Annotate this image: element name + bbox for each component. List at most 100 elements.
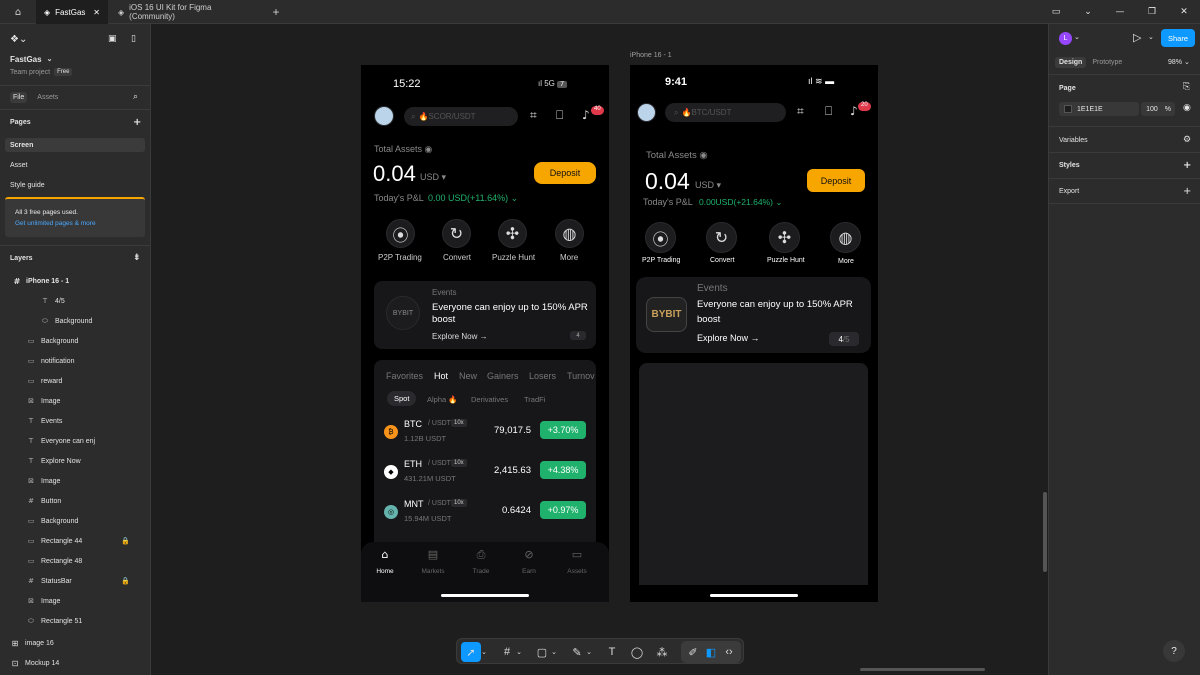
frame-label[interactable]: iPhone 16 - 1 bbox=[630, 52, 672, 59]
zoom-level[interactable]: 98% ⌄ bbox=[1168, 58, 1190, 66]
avatar[interactable]: L bbox=[1059, 32, 1072, 45]
layer-mockup-14[interactable]: ⊡ Mockup 14 bbox=[0, 656, 150, 670]
convert-icon[interactable]: ↻ bbox=[706, 222, 737, 253]
minimize-icon[interactable]: — bbox=[1104, 7, 1136, 17]
market-tab-turnover[interactable]: Turnov bbox=[567, 371, 595, 381]
table-row[interactable]: ◆ ETH / USDT 10x 431.21M USDT 2,415.63 +4.38% bbox=[374, 456, 596, 490]
tab-ios-kit[interactable]: ◈ iOS 16 UI Kit for Figma (Community) bbox=[110, 0, 265, 24]
sub-tab-alpha[interactable]: Alpha 🔥 bbox=[427, 395, 458, 404]
tab-design[interactable]: Design bbox=[1055, 56, 1087, 68]
layer-item[interactable]: ▭ notification bbox=[0, 354, 150, 368]
variables-section[interactable]: Variables ⚙ bbox=[1049, 134, 1200, 146]
close-window-icon[interactable]: ✕ bbox=[1168, 7, 1200, 17]
explore-now-link[interactable]: Explore Now → bbox=[432, 332, 488, 341]
sub-tab-tradfi[interactable]: TradFi bbox=[524, 395, 545, 404]
eye-icon[interactable]: ◉ bbox=[699, 150, 707, 161]
deposit-button[interactable]: Deposit bbox=[534, 162, 596, 184]
change-badge[interactable]: +3.70% bbox=[540, 421, 586, 439]
events-card[interactable]: BYBIT Events Everyone can enjoy up to 15… bbox=[636, 277, 871, 353]
move-tool-icon[interactable]: ➚ bbox=[461, 642, 481, 662]
bell-icon[interactable]: ♪ bbox=[850, 104, 858, 118]
nav-item-home[interactable]: ⌂ Home bbox=[371, 548, 399, 578]
more-icon[interactable]: ◍ bbox=[830, 222, 861, 253]
avatar[interactable] bbox=[637, 103, 656, 122]
change-badge[interactable]: +4.38% bbox=[540, 461, 586, 479]
help-icon[interactable]: ? bbox=[1163, 640, 1185, 662]
table-row[interactable]: ◎ MNT / USDT 10x 15.94M USDT 0.6424 +0.97% bbox=[374, 496, 596, 530]
page-color-value[interactable]: 1E1E1E bbox=[1077, 106, 1103, 113]
layer-item[interactable]: ⊠ Image bbox=[0, 474, 150, 488]
sub-tab-derivatives[interactable]: Derivatives bbox=[471, 395, 508, 404]
vertical-scrollbar[interactable] bbox=[1043, 492, 1047, 572]
pnl-value[interactable]: 0.00 USD(+11.64%) ⌄ bbox=[428, 193, 518, 204]
share-button[interactable]: Share bbox=[1161, 29, 1195, 47]
close-icon[interactable]: ✕ bbox=[93, 8, 100, 17]
banner-link[interactable]: Get unlimited pages & more bbox=[15, 220, 96, 227]
search-input[interactable]: ⌕ 🔥 BTC/USDT bbox=[665, 103, 786, 122]
market-tab-gainers[interactable]: Gainers bbox=[487, 371, 519, 381]
page-color-field[interactable]: 1E1E1E bbox=[1059, 102, 1139, 116]
page-item-asset[interactable]: Asset bbox=[0, 158, 150, 172]
dev-mode-icon[interactable]: ‹› bbox=[719, 642, 739, 662]
layer-item[interactable]: # Button bbox=[0, 494, 150, 508]
convert-icon[interactable]: ↻ bbox=[442, 219, 471, 248]
add-page-icon[interactable]: + bbox=[133, 117, 141, 128]
ui3-icon[interactable]: ▣ bbox=[108, 34, 117, 44]
lock-icon[interactable]: 🔒 bbox=[121, 537, 130, 545]
play-icon[interactable]: ▷ bbox=[1133, 31, 1141, 44]
tab-assets[interactable]: Assets bbox=[37, 94, 58, 101]
pnl-value[interactable]: 0.00USD(+21.64%) ⌄ bbox=[699, 197, 782, 208]
layer-item[interactable]: T Everyone can enj bbox=[0, 434, 150, 448]
home-icon[interactable]: ⌂ bbox=[0, 0, 36, 24]
design-mode-icon[interactable]: ◧ bbox=[701, 642, 721, 662]
market-tab-favorites[interactable]: Favorites bbox=[386, 371, 423, 381]
chevron-down-icon[interactable]: ⌄ bbox=[1074, 33, 1080, 41]
scan-icon[interactable]: ⌗ bbox=[797, 104, 804, 119]
nav-item-earn[interactable]: ⊘ Earn bbox=[515, 548, 543, 578]
puzzle-icon[interactable]: ✣ bbox=[498, 219, 527, 248]
chevron-down-icon[interactable]: ⌄ bbox=[1148, 33, 1154, 41]
layer-item[interactable]: T Events bbox=[0, 414, 150, 428]
chevron-down-icon[interactable]: ⌄ bbox=[479, 642, 489, 662]
layer-item[interactable]: ⊠ Image bbox=[0, 394, 150, 408]
maximize-icon[interactable]: ❐ bbox=[1136, 7, 1168, 17]
p2p-icon[interactable]: ⦿ bbox=[645, 222, 676, 253]
change-badge[interactable]: +0.97% bbox=[540, 501, 586, 519]
horizontal-scrollbar[interactable] bbox=[860, 668, 985, 671]
eye-icon[interactable]: ◉ bbox=[425, 144, 433, 154]
puzzle-icon[interactable]: ✣ bbox=[769, 222, 800, 253]
draw-mode-icon[interactable]: ✐ bbox=[683, 642, 703, 662]
text-tool-icon[interactable]: T bbox=[602, 642, 622, 662]
deposit-button[interactable]: Deposit bbox=[807, 169, 865, 192]
chevron-down-icon[interactable]: ⌄ bbox=[1072, 7, 1104, 17]
actions-tool-icon[interactable]: ⁂ bbox=[652, 642, 672, 662]
bell-icon[interactable]: ♪ bbox=[582, 108, 590, 122]
layer-image-16[interactable]: ⊞ image 16 bbox=[0, 636, 150, 650]
project-name[interactable]: FastGas ⌄ bbox=[0, 53, 150, 65]
page-item-style-guide[interactable]: Style guide bbox=[0, 178, 150, 192]
new-tab-button[interactable]: + bbox=[266, 0, 286, 24]
layer-item[interactable]: ▭ Background bbox=[0, 334, 150, 348]
layer-item[interactable]: ▭ reward bbox=[0, 374, 150, 388]
layer-item[interactable]: # StatusBar 🔒 bbox=[0, 574, 150, 588]
main-menu-icon[interactable]: ❖⌄ bbox=[10, 34, 27, 45]
layer-item[interactable]: T Explore Now bbox=[0, 454, 150, 468]
styles-section[interactable]: Styles + bbox=[1049, 159, 1200, 171]
tab-fastgas[interactable]: ◈ FastGas ✕ bbox=[36, 0, 108, 24]
panel-icon[interactable]: ▭ bbox=[1040, 7, 1072, 17]
layer-item[interactable]: ▭ Rectangle 44 🔒 bbox=[0, 534, 150, 548]
add-icon[interactable]: + bbox=[1183, 186, 1191, 197]
nav-item-trade[interactable]: ⎙ Trade bbox=[467, 548, 495, 578]
eye-icon[interactable]: ◉ bbox=[1183, 103, 1191, 113]
page-settings-icon[interactable]: ⎘ bbox=[1183, 82, 1190, 92]
gift-icon[interactable]: ⎕ bbox=[825, 104, 832, 119]
plan-badge[interactable]: Free bbox=[54, 68, 73, 76]
layer-item[interactable]: ▭ Rectangle 48 bbox=[0, 554, 150, 568]
comment-tool-icon[interactable]: ◯ bbox=[627, 642, 647, 662]
nav-item-markets[interactable]: ▤ Markets bbox=[419, 548, 447, 578]
layer-item[interactable]: ▭ Background bbox=[0, 514, 150, 528]
page-item-screen[interactable]: Screen bbox=[5, 138, 145, 152]
explore-now-link[interactable]: Explore Now → bbox=[697, 333, 760, 343]
market-tab-new[interactable]: New bbox=[459, 371, 477, 381]
events-card[interactable]: BYBIT Events Everyone can enjoy up to 15… bbox=[374, 281, 596, 349]
